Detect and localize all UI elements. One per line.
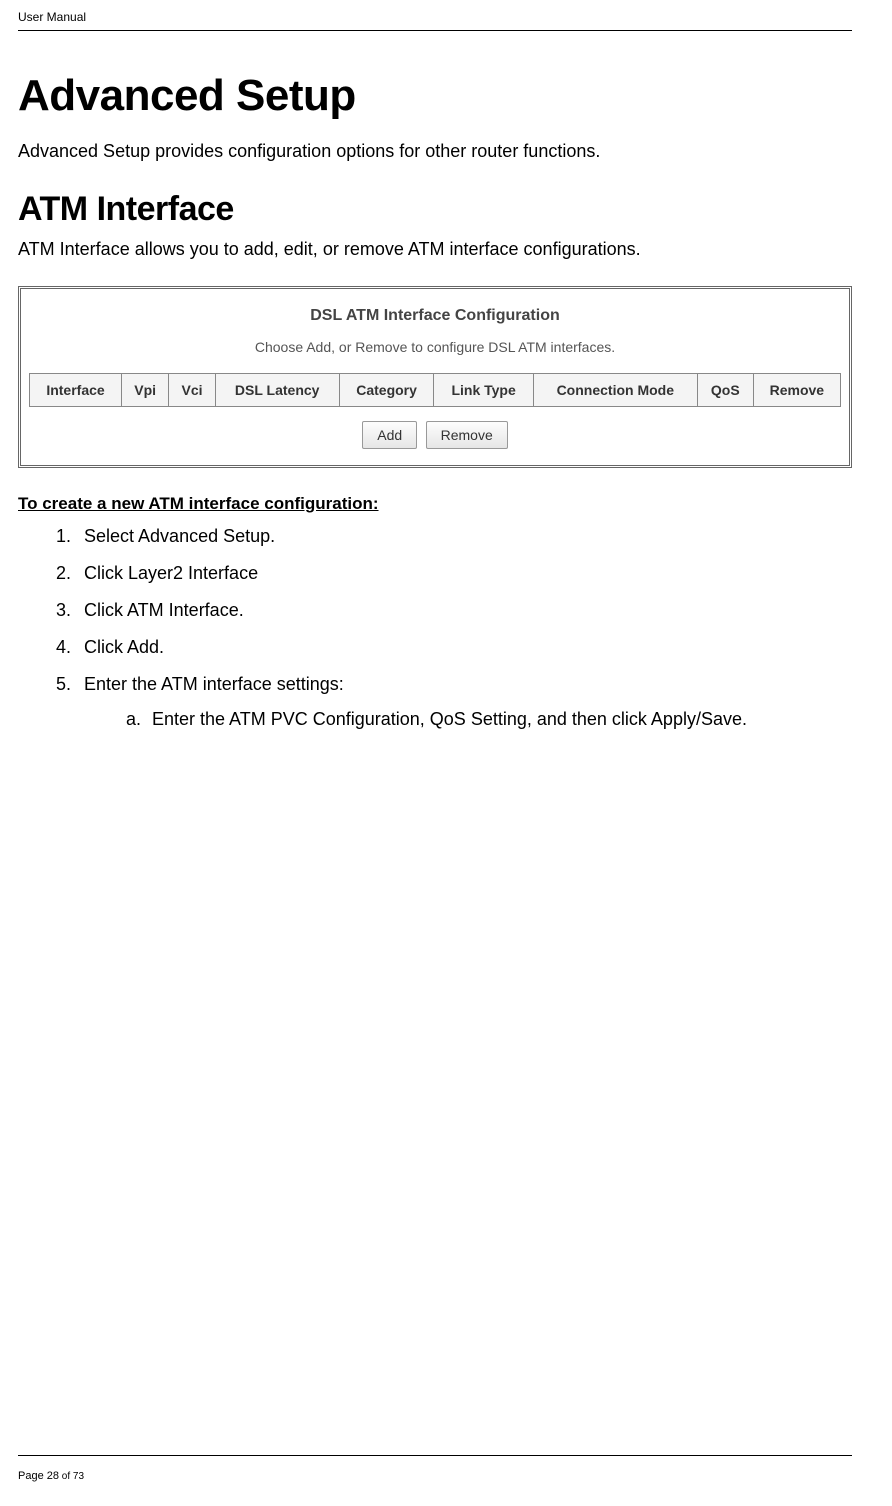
remove-button[interactable]: Remove: [426, 421, 508, 449]
table-header-row: Interface Vpi Vci DSL Latency Category L…: [30, 374, 841, 407]
header-rule: [18, 30, 852, 31]
panel-title: DSL ATM Interface Configuration: [29, 307, 841, 325]
page-prefix: Page: [18, 1470, 47, 1482]
col-vci: Vci: [169, 374, 215, 407]
list-item: Enter the ATM interface settings: Enter …: [76, 674, 852, 730]
panel-subtitle: Choose Add, or Remove to configure DSL A…: [29, 339, 841, 355]
col-category: Category: [339, 374, 434, 407]
page-current: 28: [47, 1470, 59, 1482]
col-dsl-latency: DSL Latency: [215, 374, 339, 407]
intro-paragraph: Advanced Setup provides configuration op…: [18, 141, 852, 162]
footer-rule: [18, 1455, 852, 1456]
col-vpi: Vpi: [121, 374, 168, 407]
col-link-type: Link Type: [434, 374, 533, 407]
page-of: of 73: [59, 1471, 84, 1482]
page-number: Page 28 of 73: [18, 1470, 84, 1482]
config-panel-inner: DSL ATM Interface Configuration Choose A…: [23, 291, 847, 463]
section-title-atm: ATM Interface: [18, 190, 852, 229]
add-button[interactable]: Add: [362, 421, 417, 449]
panel-button-row: Add Remove: [29, 421, 841, 449]
section-desc-atm: ATM Interface allows you to add, edit, o…: [18, 239, 852, 260]
col-interface: Interface: [30, 374, 122, 407]
config-table: Interface Vpi Vci DSL Latency Category L…: [29, 373, 841, 407]
col-remove: Remove: [753, 374, 840, 407]
step-5-text: Enter the ATM interface settings:: [84, 674, 344, 694]
list-item: Click Layer2 Interface: [76, 563, 852, 584]
col-qos: QoS: [697, 374, 753, 407]
list-item: Click Add.: [76, 637, 852, 658]
procedure-heading: To create a new ATM interface configurat…: [18, 494, 852, 514]
running-head: User Manual: [18, 10, 852, 24]
config-panel: DSL ATM Interface Configuration Choose A…: [18, 286, 852, 468]
col-connection-mode: Connection Mode: [533, 374, 697, 407]
list-item: Click ATM Interface.: [76, 600, 852, 621]
list-item: Select Advanced Setup.: [76, 526, 852, 547]
procedure-steps: Select Advanced Setup. Click Layer2 Inte…: [48, 526, 852, 730]
page-title: Advanced Setup: [18, 71, 852, 121]
page: User Manual Advanced Setup Advanced Setu…: [0, 0, 892, 1506]
procedure-substeps: Enter the ATM PVC Configuration, QoS Set…: [118, 709, 852, 730]
list-item: Enter the ATM PVC Configuration, QoS Set…: [146, 709, 852, 730]
